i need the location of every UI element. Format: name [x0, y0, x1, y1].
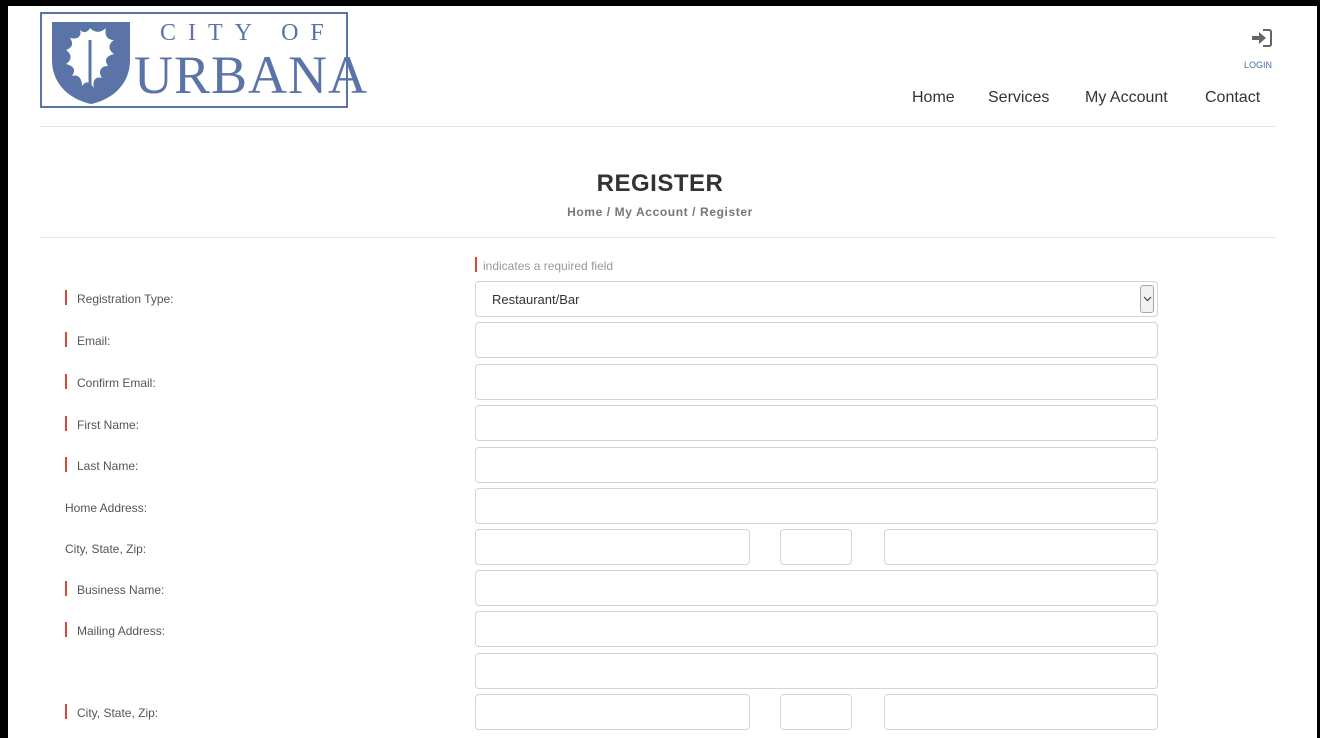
home-address-label: Home Address:	[65, 501, 148, 515]
home-address-field[interactable]	[475, 488, 1158, 524]
nav-my-account[interactable]: My Account	[1085, 89, 1168, 107]
nav-services[interactable]: Services	[988, 89, 1049, 107]
confirm-email-field[interactable]	[475, 364, 1158, 400]
logo-urbana-text: URBANA	[134, 45, 369, 105]
required-marker	[475, 257, 477, 273]
logo-city-of-text: CITY OF	[160, 20, 336, 46]
home-state-field[interactable]	[780, 529, 852, 565]
sign-in-icon	[1252, 29, 1272, 47]
mailing-zip-field[interactable]	[884, 694, 1158, 730]
mailing-address-line2-field[interactable]	[475, 653, 1158, 689]
breadcrumb-separator: /	[688, 205, 701, 219]
window-frame-top	[0, 0, 1320, 6]
first-name-field[interactable]	[475, 405, 1158, 441]
required-marker	[65, 374, 67, 390]
required-marker	[65, 704, 67, 720]
mailing-city-state-zip-label: City, State, Zip:	[65, 704, 159, 721]
registration-type-label-text: Registration Type:	[77, 292, 174, 306]
breadcrumb-current: Register	[700, 205, 753, 219]
email-label-text: Email:	[77, 334, 111, 348]
required-marker	[65, 457, 67, 473]
home-city-state-zip-label: City, State, Zip:	[65, 542, 147, 556]
mailing-address-line1-field[interactable]	[475, 611, 1158, 647]
title-divider	[40, 237, 1276, 238]
nav-contact[interactable]: Contact	[1205, 89, 1260, 107]
breadcrumb-home[interactable]: Home	[567, 205, 603, 219]
home-city-field[interactable]	[475, 529, 750, 565]
required-note-text: indicates a required field	[483, 259, 614, 273]
last-name-field[interactable]	[475, 447, 1158, 483]
window-frame-left	[0, 0, 8, 738]
last-name-label: Last Name:	[65, 457, 139, 474]
email-field[interactable]	[475, 322, 1158, 358]
mailing-address-label-text: Mailing Address:	[77, 624, 166, 638]
mailing-csz-label-text: City, State, Zip:	[77, 706, 159, 720]
email-label: Email:	[65, 332, 111, 349]
business-name-label-text: Business Name:	[77, 583, 165, 597]
login-link[interactable]: LOGIN	[1236, 28, 1286, 70]
breadcrumb-my-account[interactable]: My Account	[615, 205, 689, 219]
page-title: REGISTER	[596, 170, 724, 197]
breadcrumb: Home / My Account / Register	[0, 205, 1320, 219]
first-name-label: First Name:	[65, 416, 140, 433]
required-marker	[65, 332, 67, 348]
mailing-city-field[interactable]	[475, 694, 750, 730]
login-label: LOGIN	[1243, 60, 1272, 70]
confirm-email-label-text: Confirm Email:	[77, 376, 156, 390]
required-marker	[65, 290, 67, 306]
business-name-field[interactable]	[475, 570, 1158, 606]
nav-home[interactable]: Home	[912, 89, 955, 107]
leaf-shield-icon	[52, 22, 130, 104]
last-name-label-text: Last Name:	[77, 459, 139, 473]
mailing-address-label: Mailing Address:	[65, 622, 166, 639]
chevron-down-icon[interactable]	[1140, 285, 1154, 313]
registration-type-label: Registration Type:	[65, 290, 174, 307]
header-divider	[40, 126, 1276, 127]
breadcrumb-separator: /	[602, 205, 615, 219]
required-marker	[65, 581, 67, 597]
confirm-email-label: Confirm Email:	[65, 374, 156, 391]
first-name-label-text: First Name:	[77, 418, 140, 432]
required-field-note: indicates a required field	[475, 257, 614, 274]
home-zip-field[interactable]	[884, 529, 1158, 565]
required-marker	[65, 416, 67, 432]
registration-type-value: Restaurant/Bar	[492, 292, 580, 307]
mailing-state-field[interactable]	[780, 694, 852, 730]
registration-type-select[interactable]: Restaurant/Bar	[475, 281, 1158, 317]
required-marker	[65, 622, 67, 638]
business-name-label: Business Name:	[65, 581, 165, 598]
city-logo[interactable]: CITY OF URBANA	[40, 12, 367, 108]
